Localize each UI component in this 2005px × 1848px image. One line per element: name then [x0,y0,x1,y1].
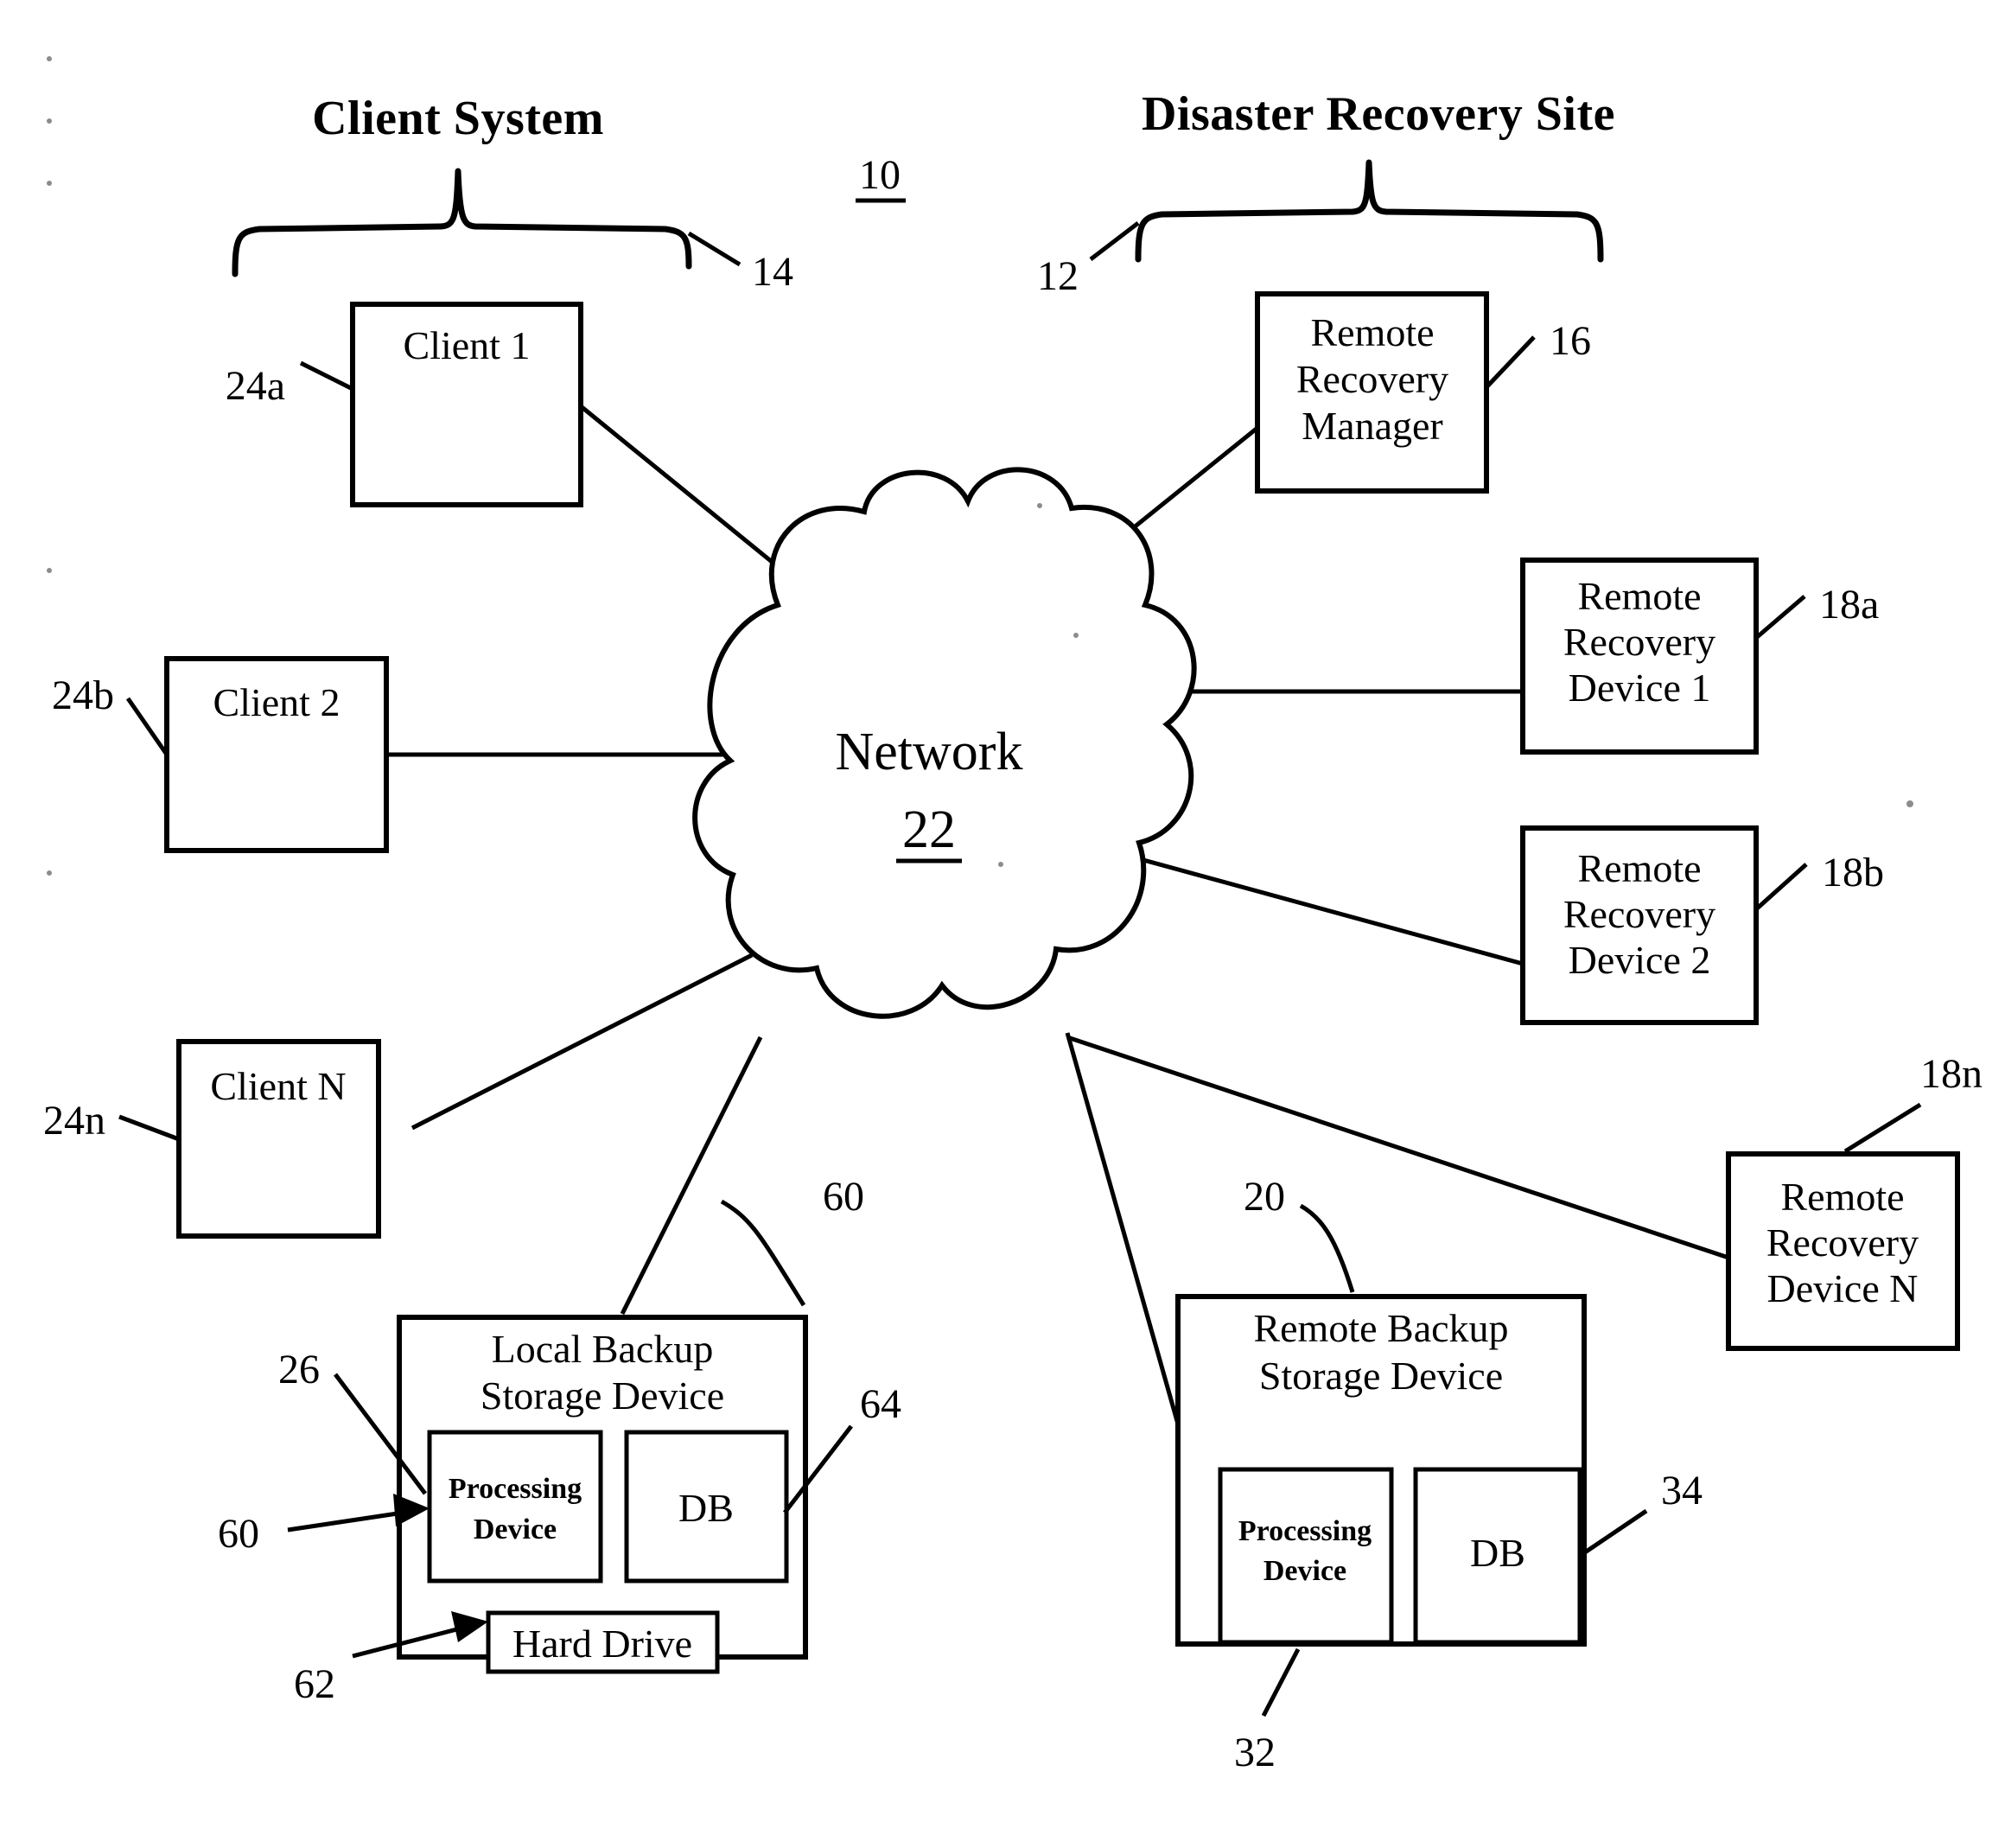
patent-figure: Client System Disaster Recovery Site 10 … [43,56,1983,1775]
refnum-remote-backup-storage-device: 20 [1244,1174,1285,1220]
lead-remote-processing-device [1261,1647,1301,1717]
node-local-db[interactable]: DB [624,1430,789,1584]
brace-disaster-recovery-site [1135,159,1604,263]
refnum-local-backup-storage-device: 60 [823,1174,864,1220]
refnum-client-n: 24n [43,1098,105,1144]
node-client-1[interactable]: Client 1 [350,302,583,507]
node-remote-recovery-device-2[interactable]: Remote Recovery Device 2 [1520,825,1759,1025]
lead-disaster-recovery-brace [1089,221,1140,261]
node-remote-recovery-device-n[interactable]: Remote Recovery Device N [1726,1151,1960,1351]
refnum-local-db: 64 [860,1381,901,1427]
node-client-2-label: Client 2 [213,680,341,724]
node-local-backup-line-2: Storage Device [481,1373,724,1418]
network-label: Network [836,723,1023,781]
node-remote-backup-line-2: Storage Device [1259,1354,1503,1398]
refnum-client-system: 14 [752,249,793,295]
node-local-backup-line-1: Local Backup [492,1327,714,1371]
refnum-remote-recovery-device-n: 18n [1920,1051,1983,1097]
refnum-local-processing-device-26: 26 [278,1347,320,1392]
node-local-db-label: DB [678,1486,734,1530]
node-client-2[interactable]: Client 2 [164,656,389,853]
wire-local-backup-network [620,1036,763,1316]
lead-client-system-brace [687,231,742,267]
lead-client-2 [125,697,169,756]
network-refnum: 22 [902,800,956,859]
node-local-processing-device-line-1: Processing [449,1473,582,1505]
lead-client-n [118,1114,180,1142]
node-remote-recovery-device-1[interactable]: Remote Recovery Device 1 [1520,558,1759,755]
node-remote-recovery-device-n-line-1: Remote [1780,1175,1904,1219]
wire-remote-backup-network [1065,1032,1191,1462]
node-remote-recovery-device-2-line-2: Recovery [1563,892,1715,936]
wire-devicen-network [1066,1035,1729,1260]
lead-remote-recovery-device-2 [1754,863,1808,911]
node-remote-recovery-manager-line-1: Remote [1310,310,1434,354]
brace-client-system [232,168,692,277]
lead-remote-recovery-device-n [1843,1102,1922,1154]
node-remote-processing-device-line-2: Device [1263,1555,1346,1587]
lead-remote-backup-storage-device [1299,1203,1355,1293]
node-remote-recovery-manager-line-3: Manager [1302,404,1442,448]
refnum-disaster-recovery-site: 12 [1037,253,1079,299]
node-client-n-label: Client N [210,1064,346,1108]
lead-remote-recovery-manager [1485,335,1536,389]
node-remote-recovery-device-1-line-3: Device 1 [1569,666,1711,710]
refnum-remote-recovery-manager: 16 [1550,318,1591,364]
node-remote-recovery-device-2-line-3: Device 2 [1569,938,1711,982]
refnum-remote-recovery-device-1: 18a [1819,582,1879,628]
node-local-processing-device-line-2: Device [474,1513,557,1545]
node-remote-backup-line-1: Remote Backup [1253,1306,1508,1350]
node-remote-recovery-device-2-line-1: Remote [1577,846,1701,890]
lead-remote-db [1578,1508,1648,1558]
wire-device2-network [1079,840,1524,966]
node-client-n[interactable]: Client N [176,1039,381,1239]
heading-disaster-recovery-site: Disaster Recovery Site [1142,87,1615,141]
refnum-remote-processing-device: 32 [1234,1730,1276,1775]
refnum-local-processing-device-60: 60 [218,1511,259,1557]
refnum-client-1: 24a [226,363,285,409]
wire-clientn-network [411,953,754,1131]
node-remote-recovery-manager[interactable]: Remote Recovery Manager [1255,291,1489,494]
node-remote-recovery-device-1-line-2: Recovery [1563,620,1715,664]
node-local-processing-device[interactable]: Processing Device [427,1430,603,1584]
network-cloud: Network 22 [692,467,1197,1019]
wire-client1-network [579,405,805,589]
node-remote-db-label: DB [1470,1531,1525,1575]
node-remote-processing-device[interactable]: Processing Device [1218,1467,1394,1645]
refnum-remote-db: 34 [1661,1468,1703,1513]
node-local-hard-drive-label: Hard Drive [512,1622,692,1666]
refnum-remote-recovery-device-2: 18b [1822,850,1884,895]
refnum-client-2: 24b [52,672,114,718]
node-client-1-label: Client 1 [404,323,531,367]
node-remote-recovery-device-n-line-2: Recovery [1766,1220,1919,1265]
node-remote-recovery-manager-line-2: Recovery [1296,357,1448,401]
lead-client-1 [299,360,354,392]
lead-local-backup-storage-device [720,1199,806,1307]
node-local-hard-drive[interactable]: Hard Drive [486,1610,720,1674]
heading-client-system: Client System [312,92,604,145]
refnum-local-hard-drive: 62 [294,1661,335,1707]
node-remote-db[interactable]: DB [1413,1467,1582,1645]
figure-number: 10 [859,152,901,198]
node-remote-backup-storage-device[interactable]: Remote Backup Storage Device Processing … [1175,1294,1587,1647]
lead-remote-recovery-device-1 [1754,595,1806,640]
node-remote-recovery-device-1-line-1: Remote [1577,574,1701,618]
node-remote-processing-device-line-1: Processing [1238,1515,1372,1547]
node-remote-recovery-device-n-line-3: Device N [1767,1266,1919,1310]
